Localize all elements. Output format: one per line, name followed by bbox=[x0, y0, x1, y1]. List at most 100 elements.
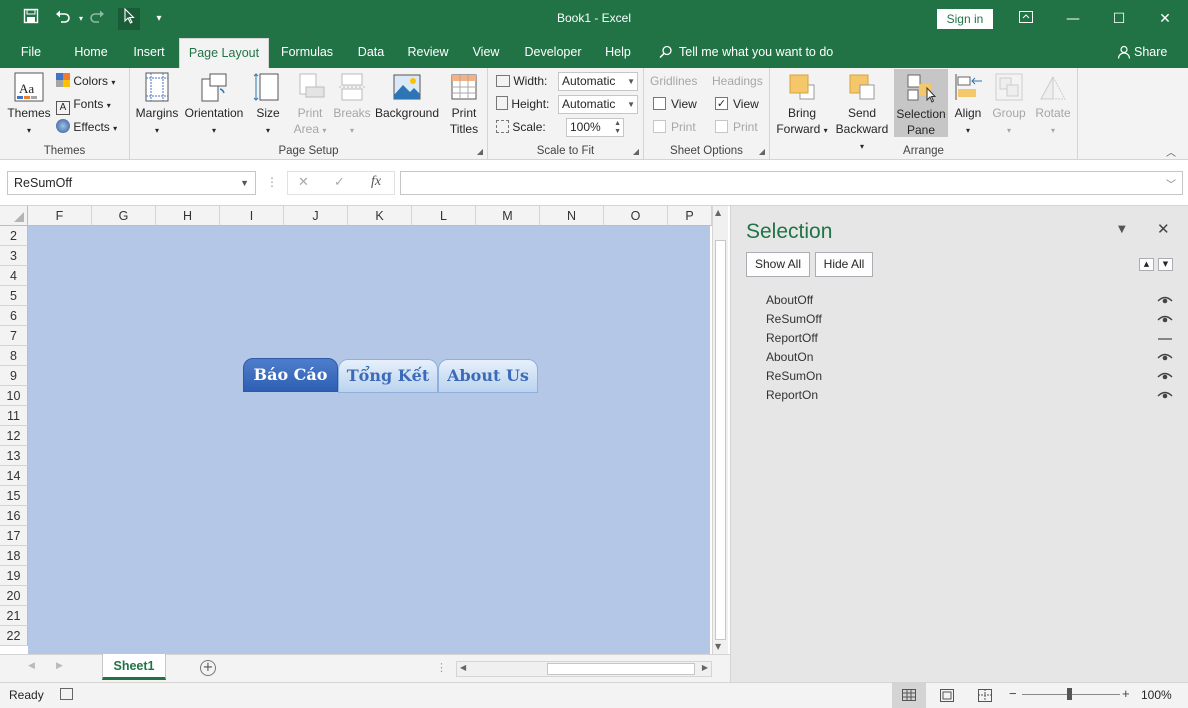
page-setup-launcher-icon[interactable]: ◢ bbox=[477, 147, 483, 156]
hide-all-button[interactable]: Hide All bbox=[815, 252, 873, 277]
zoom-in-icon[interactable]: + bbox=[1122, 686, 1130, 701]
visibility-eye-icon[interactable] bbox=[1157, 348, 1173, 367]
scale-launcher-icon[interactable]: ◢ bbox=[633, 147, 639, 156]
breaks-button[interactable]: Breaks ▾ bbox=[332, 71, 372, 139]
selection-pane-button[interactable]: Selection Pane bbox=[894, 69, 948, 137]
row-header[interactable]: 14 bbox=[0, 466, 28, 486]
scale-spinner[interactable]: 100% ▲ ▼ bbox=[566, 118, 624, 137]
new-sheet-icon[interactable]: + bbox=[200, 660, 216, 676]
insert-function-icon[interactable]: fx bbox=[371, 174, 381, 190]
zoom-out-icon[interactable]: − bbox=[1009, 686, 1017, 701]
column-header[interactable]: P bbox=[668, 206, 712, 226]
normal-view-button[interactable] bbox=[892, 683, 926, 708]
visibility-eye-icon[interactable] bbox=[1157, 310, 1173, 329]
horizontal-scrollbar[interactable]: ◀ ▶ bbox=[456, 661, 712, 677]
nav-tab-bao-cao[interactable]: Báo Cáo bbox=[243, 358, 338, 392]
column-header[interactable]: M bbox=[476, 206, 540, 226]
column-header[interactable]: N bbox=[540, 206, 604, 226]
cancel-icon[interactable]: ✕ bbox=[298, 175, 309, 190]
width-select[interactable]: Automatic ▼ bbox=[558, 72, 638, 91]
hidden-dash-icon[interactable] bbox=[1157, 329, 1173, 348]
column-header[interactable]: G bbox=[92, 206, 156, 226]
next-sheet-icon[interactable]: ▶ bbox=[56, 661, 63, 671]
tab-review[interactable]: Review bbox=[404, 38, 452, 68]
nav-tab-tong-ket[interactable]: Tổng Kết bbox=[338, 359, 438, 393]
column-header[interactable]: J bbox=[284, 206, 348, 226]
print-area-button[interactable]: Print Area ▾ bbox=[290, 71, 330, 139]
row-header[interactable]: 6 bbox=[0, 306, 28, 326]
selection-item[interactable]: ReSumOn bbox=[731, 367, 1188, 386]
visibility-eye-icon[interactable] bbox=[1157, 367, 1173, 386]
minimize-button[interactable]: — bbox=[1058, 9, 1088, 29]
sheet-options-launcher-icon[interactable]: ◢ bbox=[759, 147, 765, 156]
colors-button[interactable]: Colors ▾ bbox=[56, 71, 115, 91]
select-all-corner[interactable] bbox=[0, 206, 28, 226]
column-header[interactable]: H bbox=[156, 206, 220, 226]
visibility-eye-icon[interactable] bbox=[1157, 291, 1173, 310]
gridlines-print-checkbox[interactable] bbox=[653, 120, 666, 133]
send-backward-pane-icon[interactable]: ▼ bbox=[1158, 258, 1173, 271]
prev-sheet-icon[interactable]: ◀ bbox=[28, 661, 35, 671]
themes-button[interactable]: Aa Themes ▾ bbox=[6, 71, 52, 139]
row-header[interactable]: 12 bbox=[0, 426, 28, 446]
page-break-view-icon[interactable] bbox=[978, 689, 992, 705]
vertical-scroll-thumb[interactable] bbox=[715, 240, 726, 640]
fonts-button[interactable]: A Fonts ▾ bbox=[56, 94, 111, 115]
collapse-ribbon-icon[interactable]: ︿ bbox=[1166, 144, 1176, 159]
send-backward-button[interactable]: Send Backward ▾ bbox=[832, 71, 892, 155]
maximize-button[interactable]: ☐ bbox=[1104, 9, 1134, 29]
macro-record-icon[interactable] bbox=[60, 688, 73, 700]
nav-tab-about-us[interactable]: About Us bbox=[438, 359, 538, 393]
tab-file[interactable]: File bbox=[12, 38, 50, 68]
tab-view[interactable]: View bbox=[468, 38, 504, 68]
tab-home[interactable]: Home bbox=[68, 38, 114, 68]
row-header[interactable]: 4 bbox=[0, 266, 28, 286]
row-header[interactable]: 15 bbox=[0, 486, 28, 506]
effects-button[interactable]: Effects ▾ bbox=[56, 117, 117, 137]
zoom-slider-thumb[interactable] bbox=[1067, 688, 1072, 700]
tab-insert[interactable]: Insert bbox=[128, 38, 170, 68]
height-select[interactable]: Automatic ▼ bbox=[558, 95, 638, 114]
tab-page-layout[interactable]: Page Layout bbox=[179, 38, 269, 69]
tell-me-input[interactable]: Tell me what you want to do bbox=[679, 38, 839, 68]
align-button[interactable]: Align ▾ bbox=[950, 71, 986, 139]
row-header[interactable]: 17 bbox=[0, 526, 28, 546]
vertical-scrollbar[interactable]: ▲ ▼ bbox=[712, 206, 728, 654]
rotate-button[interactable]: Rotate ▾ bbox=[1032, 71, 1074, 139]
visibility-eye-icon[interactable] bbox=[1157, 386, 1173, 405]
background-rectangle-shape[interactable] bbox=[28, 226, 710, 654]
orientation-button[interactable]: Orientation ▾ bbox=[182, 71, 246, 139]
tab-help[interactable]: Help bbox=[600, 38, 636, 68]
size-button[interactable]: Size ▾ bbox=[250, 71, 286, 139]
sheet-tab-sheet1[interactable]: Sheet1 bbox=[102, 654, 166, 680]
row-header[interactable]: 11 bbox=[0, 406, 28, 426]
row-header[interactable]: 10 bbox=[0, 386, 28, 406]
print-titles-button[interactable]: Print Titles bbox=[444, 71, 484, 137]
selection-item[interactable]: AboutOff bbox=[731, 291, 1188, 310]
row-header[interactable]: 8 bbox=[0, 346, 28, 366]
row-header[interactable]: 21 bbox=[0, 606, 28, 626]
column-header[interactable]: L bbox=[412, 206, 476, 226]
margins-button[interactable]: Margins ▾ bbox=[134, 71, 180, 139]
tab-split-grip-icon[interactable]: ⋮ bbox=[436, 661, 447, 674]
row-header[interactable]: 18 bbox=[0, 546, 28, 566]
ribbon-display-icon[interactable] bbox=[1011, 9, 1041, 29]
selection-item[interactable]: ReportOn bbox=[731, 386, 1188, 405]
pane-options-icon[interactable]: ▼ bbox=[1118, 224, 1126, 235]
enter-icon[interactable]: ✓ bbox=[334, 175, 345, 190]
zoom-level[interactable]: 100% bbox=[1141, 688, 1172, 702]
tab-formulas[interactable]: Formulas bbox=[278, 38, 336, 68]
headings-view-checkbox[interactable]: ✓ bbox=[715, 97, 728, 110]
row-header[interactable]: 19 bbox=[0, 566, 28, 586]
column-header[interactable]: K bbox=[348, 206, 412, 226]
row-header[interactable]: 7 bbox=[0, 326, 28, 346]
name-box[interactable]: ReSumOff ▼ bbox=[7, 171, 256, 195]
selection-item[interactable]: ReportOff bbox=[731, 329, 1188, 348]
bring-forward-button[interactable]: Bring Forward ▾ bbox=[774, 71, 830, 139]
column-header[interactable]: O bbox=[604, 206, 668, 226]
row-header[interactable]: 22 bbox=[0, 626, 28, 646]
row-header[interactable]: 20 bbox=[0, 586, 28, 606]
gridlines-view-checkbox[interactable] bbox=[653, 97, 666, 110]
page-layout-view-icon[interactable] bbox=[940, 689, 954, 705]
row-header[interactable]: 3 bbox=[0, 246, 28, 266]
